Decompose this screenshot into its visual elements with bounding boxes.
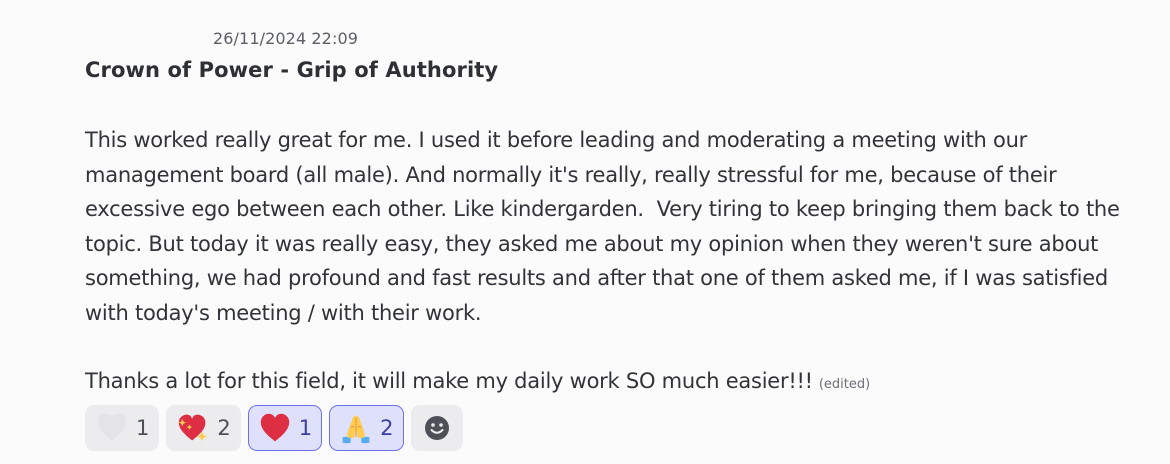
- reaction-sparkling-heart[interactable]: 2: [166, 405, 241, 451]
- folded-hands-icon: [342, 415, 370, 444]
- reaction-count: 1: [136, 416, 150, 440]
- reaction-count: 1: [298, 416, 313, 440]
- message: 26/11/2024 22:09 Crown of Power - Grip o…: [0, 0, 1170, 464]
- reaction-count: 2: [380, 416, 394, 440]
- message-title: Crown of Power - Grip of Authority: [85, 58, 499, 82]
- white-heart-icon: [97, 413, 127, 441]
- add-reaction-button[interactable]: [410, 405, 463, 451]
- sparkling-heart-icon: [178, 414, 208, 442]
- reactions-bar: 1 2 1 2: [85, 405, 463, 451]
- reaction-folded-hands[interactable]: 2: [329, 405, 404, 451]
- edited-label: (edited): [818, 377, 871, 392]
- add-reaction-smiley-icon: [424, 416, 449, 440]
- red-heart-icon: [260, 413, 289, 442]
- message-closing-line: Thanks a lot for this field, it will mak…: [85, 364, 870, 402]
- reaction-white-heart[interactable]: 1: [85, 405, 160, 451]
- message-timestamp: 26/11/2024 22:09: [213, 29, 359, 48]
- reaction-count: 2: [217, 416, 231, 440]
- reaction-red-heart[interactable]: 1: [247, 405, 323, 451]
- message-body: This worked really great for me. I used …: [85, 128, 1127, 325]
- message-closing-text: Thanks a lot for this field, it will mak…: [85, 369, 813, 393]
